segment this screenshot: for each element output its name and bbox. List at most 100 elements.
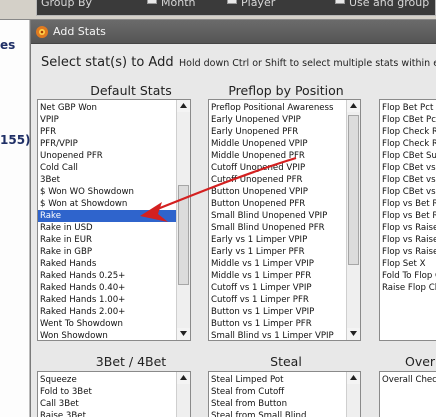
list-item[interactable]: Flop vs Bet R [380,210,436,222]
scroll-down-button[interactable] [177,328,190,340]
list-item[interactable]: Raked Hands 1.00+ [38,294,176,306]
list-item[interactable]: Unopened PFR [38,150,176,162]
scroll-up-button[interactable] [347,100,360,112]
list-item[interactable]: Steal Limped Pot [209,374,346,386]
flop-stats-list[interactable]: Flop Bet Pct Flop CBet Pct Flop Check R Flo… [379,99,436,341]
list-item[interactable]: Raise Flop Ch [380,282,436,294]
threebet-scrollbar[interactable] [176,372,190,417]
preflop-scrollbar[interactable] [346,100,360,340]
list-item[interactable]: Cutoff Unopened VPIP [209,162,346,174]
default-stats-title: Default Stats [90,83,172,98]
list-item[interactable]: Preflop Positional Awareness [209,102,346,114]
steal-scrollbar[interactable] [346,372,360,417]
list-item[interactable]: Fold To Flop C [380,270,436,282]
list-item[interactable]: Cutoff Unopened PFR [209,174,346,186]
list-item[interactable]: Rake in GBP [38,246,176,258]
scroll-down-button[interactable] [347,328,360,340]
scroll-thumb[interactable] [178,185,189,285]
list-item[interactable]: Rake in USD [38,222,176,234]
list-item[interactable]: Net GBP Won [38,102,176,114]
list-item[interactable]: VPIP [38,114,176,126]
list-item[interactable]: Early Unopened PFR [209,126,346,138]
list-item[interactable]: Button vs 1 Limper PFR [209,318,346,330]
list-item[interactable]: Small Blind Unopened PFR [209,222,346,234]
threebet-4bet-list[interactable]: Squeeze Fold to 3Bet Call 3Bet Raise 3Bet [37,371,191,417]
list-item[interactable]: Flop vs Raise [380,234,436,246]
use-and-group-checkbox[interactable] [335,0,345,4]
list-item[interactable]: Fold to 3Bet [38,386,176,398]
list-item[interactable]: Cutoff vs 1 Limper VPIP [209,282,346,294]
app-gear-icon [36,26,48,38]
scroll-up-button[interactable] [177,100,190,112]
background-left-panel: es 155) [0,20,31,417]
list-item[interactable]: $ Won at Showdown [38,198,176,210]
list-item[interactable]: Flop vs Raise [380,246,436,258]
scroll-up-button[interactable] [177,372,190,384]
chevron-up-icon [350,103,357,108]
list-item[interactable]: Raise 3Bet [38,410,176,417]
list-item[interactable]: Rake in EUR [38,234,176,246]
list-item[interactable]: Cutoff vs 1 Limper PFR [209,294,346,306]
list-item[interactable]: Won Showdown [38,330,176,340]
list-item[interactable]: Button Unopened PFR [209,198,346,210]
list-item[interactable]: Middle vs 1 Limper PFR [209,270,346,282]
threebet-items: Squeeze Fold to 3Bet Call 3Bet Raise 3Bet [38,374,176,417]
multi-select-hint: Hold down Ctrl or Shift to select multip… [179,58,436,69]
list-item[interactable]: Flop Check R [380,138,436,150]
list-item[interactable]: Flop Bet Pct [380,102,436,114]
list-item[interactable]: Small Blind vs 1 Limper VPIP [209,330,346,340]
scroll-thumb[interactable] [348,115,359,265]
list-item[interactable]: Middle Unopened VPIP [209,138,346,150]
list-item[interactable]: Middle vs 1 Limper VPIP [209,258,346,270]
list-item[interactable]: Flop Check R [380,126,436,138]
chevron-down-icon [350,331,357,336]
default-stats-list[interactable]: Net GBP Won VPIP PFR PFR/VPIP Unopened PFR Co… [37,99,191,341]
list-item[interactable]: Raked Hands 0.25+ [38,270,176,282]
list-item[interactable]: Flop CBet vs [380,186,436,198]
list-item[interactable]: Button Unopened VPIP [209,186,346,198]
default-stats-scrollbar[interactable] [176,100,190,340]
list-item[interactable]: $ Won WO Showdown [38,186,176,198]
list-item[interactable]: Button vs 1 Limper VPIP [209,306,346,318]
list-item[interactable]: Flop vs Raise [380,222,436,234]
add-stats-dialog: Add Stats Select stat(s) to Add Hold dow… [30,20,436,417]
list-item[interactable]: Early Unopened VPIP [209,114,346,126]
player-checkbox[interactable] [227,0,237,4]
preflop-items: Preflop Positional Awareness Early Unopen… [209,102,346,340]
list-item[interactable]: PFR [38,126,176,138]
chevron-up-icon [180,103,187,108]
list-item[interactable]: Flop CBet Pct [380,114,436,126]
list-item[interactable]: Flop Set X [380,258,436,270]
list-item[interactable]: Went To Showdown [38,318,176,330]
list-item[interactable]: Steal from Cutoff [209,386,346,398]
list-item[interactable]: Early vs 1 Limper VPIP [209,234,346,246]
list-item[interactable]: Flop CBet vs [380,174,436,186]
list-item[interactable]: Early vs 1 Limper PFR [209,246,346,258]
list-item[interactable]: Middle Unopened PFR [209,150,346,162]
list-item[interactable]: Squeeze [38,374,176,386]
list-item[interactable]: Call 3Bet [38,398,176,410]
list-item[interactable]: Overall Check [380,374,436,386]
list-item[interactable]: Flop CBet vs [380,162,436,174]
list-item[interactable]: Flop CBet Suc [380,150,436,162]
overall-items: Overall Check [380,374,436,386]
list-item[interactable]: Cold Call [38,162,176,174]
list-item[interactable]: Rake [38,210,176,222]
preflop-by-position-list[interactable]: Preflop Positional Awareness Early Unopen… [208,99,361,341]
overall-list[interactable]: Overall Check [379,371,436,417]
steal-list[interactable]: Steal Limped Pot Steal from Cutoff Steal f… [208,371,361,417]
background-group-box: Group By Month Player Use and group [36,0,436,16]
list-item[interactable]: PFR/VPIP [38,138,176,150]
dialog-titlebar[interactable]: Add Stats [31,20,436,44]
list-item[interactable]: Raked Hands 2.00+ [38,306,176,318]
background-use-group-label: Use and group [349,0,430,9]
scroll-up-button[interactable] [347,372,360,384]
list-item[interactable]: Small Blind Unopened VPIP [209,210,346,222]
list-item[interactable]: Steal from Button [209,398,346,410]
list-item[interactable]: 3Bet [38,174,176,186]
list-item[interactable]: Raked Hands 0.40+ [38,282,176,294]
list-item[interactable]: Flop vs Bet R [380,198,436,210]
month-checkbox[interactable] [147,0,157,4]
list-item[interactable]: Raked Hands [38,258,176,270]
list-item[interactable]: Steal from Small Blind [209,410,346,417]
